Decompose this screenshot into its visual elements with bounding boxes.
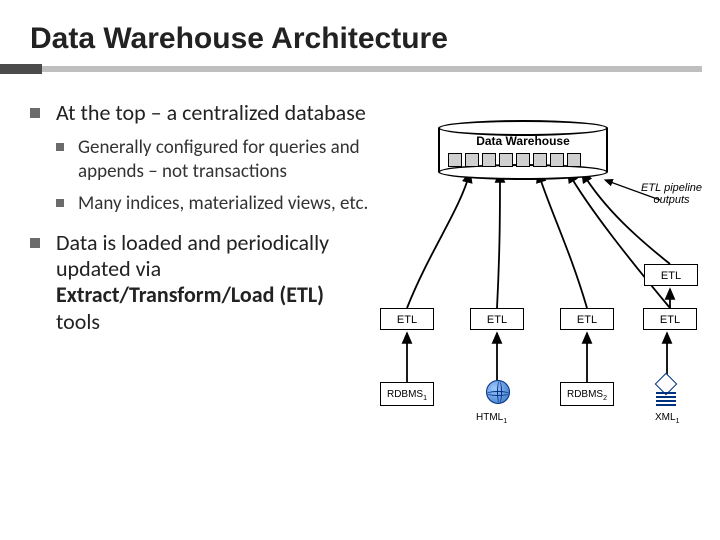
source-html1-label: HTML1: [476, 412, 507, 425]
globe-icon: [486, 380, 510, 404]
etl-box-4: ETL: [643, 308, 697, 330]
source-xml1-label: XML1: [655, 412, 679, 425]
etl-box-upper: ETL: [644, 264, 698, 286]
title-underline: [0, 64, 720, 74]
source-rdbms2: RDBMS2: [560, 382, 614, 406]
etl-pipeline-outputs-label: ETL pipeline outputs: [641, 182, 702, 206]
etl-box-2: ETL: [470, 308, 524, 330]
data-warehouse-cylinder: Data Warehouse: [438, 120, 608, 180]
bullet-2: Data is loaded and periodically updated …: [30, 230, 370, 336]
xml-icon: [652, 376, 680, 406]
architecture-diagram: Data Warehouse ETL pipeline outputs ETL …: [370, 110, 710, 510]
data-warehouse-label: Data Warehouse: [438, 134, 608, 148]
bullet-1-text: At the top – a centralized database: [56, 99, 366, 126]
warehouse-partitions: [448, 153, 581, 167]
bullet-1-2: Many indices, materialized views, etc.: [56, 192, 370, 216]
etl-box-3: ETL: [560, 308, 614, 330]
bullet-1: At the top – a centralized database Gene…: [30, 100, 370, 216]
slide-title: Data Warehouse Architecture: [0, 0, 720, 62]
bullet-1-1: Generally configured for queries and app…: [56, 136, 370, 184]
etl-box-1: ETL: [380, 308, 434, 330]
source-rdbms1: RDBMS1: [380, 382, 434, 406]
bullet-content: At the top – a centralized database Gene…: [30, 100, 370, 349]
